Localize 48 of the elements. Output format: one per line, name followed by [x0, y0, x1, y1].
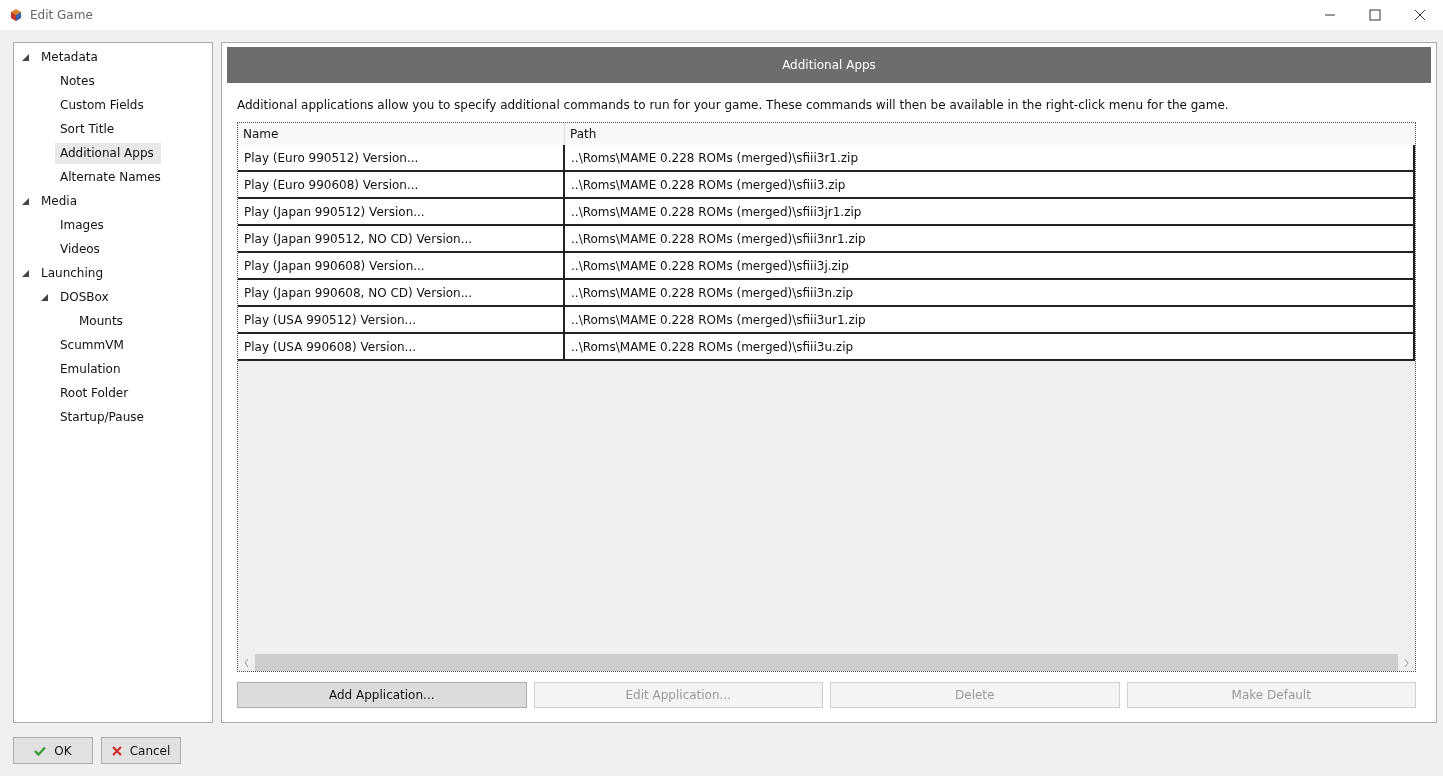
- close-icon[interactable]: [1414, 9, 1426, 21]
- expand-arrow-icon[interactable]: [41, 293, 48, 301]
- tree-item[interactable]: Alternate Names: [55, 166, 168, 188]
- table-cell-text: ..\Roms\MAME 0.228 ROMs (merged)\sfiii3j.zip: [570, 258, 850, 275]
- tree-item[interactable]: Videos: [55, 238, 107, 260]
- tree-item[interactable]: Mounts: [74, 310, 130, 332]
- table-cell-text: ..\Roms\MAME 0.228 ROMs (merged)\sfiii3u.zip: [570, 339, 855, 356]
- table-cell: Play (USA 990512) Version...: [238, 307, 565, 332]
- tree-item[interactable]: ScummVM: [55, 334, 131, 356]
- table-cell-text: ..\Roms\MAME 0.228 ROMs (merged)\sfiii3ur1.zip: [570, 312, 867, 329]
- table-cell-text: ..\Roms\MAME 0.228 ROMs (merged)\sfiii3r1.zip: [570, 150, 860, 167]
- expand-arrow-icon[interactable]: [22, 53, 29, 61]
- description-text: Additional applications allow you to specify additional commands to run for your game. These commands will then be available in the right-click menu for the game.: [237, 98, 1230, 112]
- tree-item[interactable]: Metadata: [36, 46, 105, 68]
- action-button[interactable]: Add Application...: [237, 682, 527, 708]
- table-cell: Play (Japan 990608, NO CD) Version...: [238, 280, 565, 305]
- tree-item[interactable]: Additional Apps: [55, 142, 161, 164]
- checkmark-icon: [34, 745, 47, 756]
- tree-item[interactable]: Images: [55, 214, 111, 236]
- tree-item[interactable]: Startup/Pause: [55, 406, 151, 428]
- table-cell: Play (Japan 990608) Version...: [238, 253, 565, 278]
- cross-icon: [111, 745, 122, 756]
- table-cell-text: ..\Roms\MAME 0.228 ROMs (merged)\sfiii3n.zip: [570, 285, 855, 302]
- tree-item[interactable]: Media: [36, 190, 85, 212]
- table-cell-text: ..\Roms\MAME 0.228 ROMs (merged)\sfiii3nr1.zip: [570, 231, 867, 248]
- tree-item[interactable]: Notes: [55, 70, 102, 92]
- expand-arrow-icon[interactable]: [22, 197, 29, 205]
- maximize-icon[interactable]: [1369, 9, 1381, 21]
- tree-item[interactable]: DOSBox: [55, 286, 116, 308]
- window-title: Edit Game: [30, 8, 93, 22]
- table-cell-text: ..\Roms\MAME 0.228 ROMs (merged)\sfiii3.zip: [570, 177, 847, 194]
- expand-arrow-icon[interactable]: [22, 269, 29, 277]
- tree-item[interactable]: Root Folder: [55, 382, 136, 404]
- app-icon: [11, 9, 21, 21]
- table-cell-text: ..\Roms\MAME 0.228 ROMs (merged)\sfiii3jr1.zip: [570, 204, 863, 221]
- tree-item[interactable]: Sort Title: [55, 118, 122, 140]
- table-cell: Play (USA 990608) Version...: [238, 334, 565, 359]
- ok-button[interactable]: OK: [13, 737, 93, 764]
- column-header[interactable]: Path: [565, 123, 1415, 145]
- table-cell: Play (Japan 990512) Version...: [238, 199, 565, 224]
- tree-item[interactable]: Launching: [36, 262, 110, 284]
- tree-item[interactable]: Emulation: [55, 358, 128, 380]
- panel-header: Additional Apps: [227, 47, 1431, 83]
- table-cell: Play (Euro 990608) Version...: [238, 172, 565, 197]
- table-cell: Play (Euro 990512) Version...: [238, 145, 565, 170]
- tree-item[interactable]: Custom Fields: [55, 94, 151, 116]
- table-cell: Play (Japan 990512, NO CD) Version...: [238, 226, 565, 251]
- cancel-button[interactable]: Cancel: [101, 737, 181, 764]
